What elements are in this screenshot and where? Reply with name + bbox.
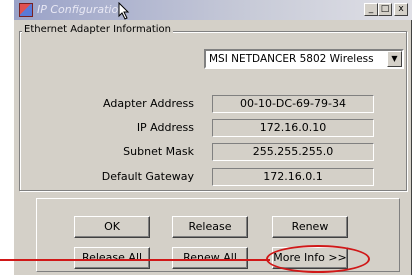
maximize-button[interactable]: □ xyxy=(378,3,392,16)
ip-address-label: IP Address xyxy=(136,121,194,134)
default-gateway-label: Default Gateway xyxy=(101,170,194,183)
renew-button[interactable]: Renew xyxy=(272,216,348,238)
window-title: IP Configuration xyxy=(37,3,126,16)
title-bar[interactable]: IP Configuration _ □ x xyxy=(14,0,412,20)
ip-configuration-window: IP Configuration _ □ x Ethernet Adapter … xyxy=(14,0,412,275)
subnet-mask-label: Subnet Mask xyxy=(123,145,194,158)
callout-pointer-line xyxy=(0,259,270,261)
release-all-button[interactable]: Release All xyxy=(74,247,150,269)
adapter-select-value: MSI NETDANCER 5802 Wireless xyxy=(209,53,374,65)
chevron-down-icon[interactable]: ▼ xyxy=(387,51,402,67)
adapter-address-label: Adapter Address xyxy=(103,97,194,110)
group-label: Ethernet Adapter Information xyxy=(22,24,173,35)
default-gateway-value: 172.16.0.1 xyxy=(212,168,374,186)
release-button[interactable]: Release xyxy=(172,216,248,238)
app-icon xyxy=(19,3,33,17)
subnet-mask-value: 255.255.255.0 xyxy=(212,143,374,161)
ip-address-value: 172.16.0.10 xyxy=(212,119,374,137)
close-button[interactable]: x xyxy=(394,3,408,16)
adapter-address-value: 00-10-DC-69-79-34 xyxy=(212,95,374,113)
minimize-button[interactable]: _ xyxy=(364,3,378,16)
renew-all-button[interactable]: Renew All xyxy=(172,247,248,269)
mouse-cursor-icon xyxy=(118,2,130,20)
callout-highlight-ellipse xyxy=(266,245,370,273)
ok-button[interactable]: OK xyxy=(74,216,150,238)
adapter-select[interactable]: MSI NETDANCER 5802 Wireless ▼ xyxy=(204,49,404,69)
